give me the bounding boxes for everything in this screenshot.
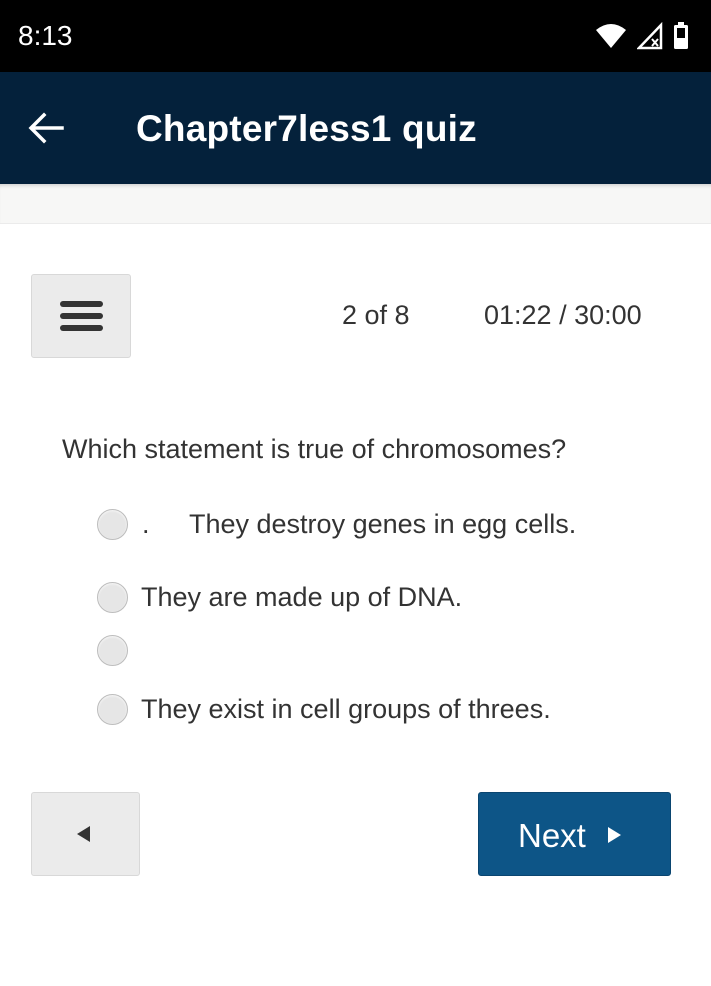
option-label: They are made up of DNA. — [141, 582, 463, 612]
question-text: Which statement is true of chromosomes? — [62, 434, 567, 464]
menu-bar — [60, 325, 103, 331]
triangle-left-icon — [77, 826, 90, 842]
app-bar: Chapter7less1 quiz — [0, 72, 711, 184]
status-icons — [595, 21, 689, 55]
radio-button[interactable] — [97, 694, 128, 725]
option-label: They destroy genes in egg cells. — [189, 509, 577, 539]
arrow-left-icon — [26, 112, 66, 152]
next-button[interactable]: Next — [478, 792, 671, 876]
toolbar-band — [0, 184, 711, 224]
option-label: They exist in cell groups of threes. — [141, 694, 551, 724]
menu-bar — [60, 301, 103, 307]
status-time: 8:13 — [18, 20, 73, 51]
radio-button[interactable] — [97, 509, 128, 540]
previous-button[interactable] — [31, 792, 140, 876]
question-menu-button[interactable] — [31, 274, 131, 358]
back-button[interactable] — [26, 108, 66, 148]
wifi-icon — [595, 22, 627, 55]
radio-button[interactable] — [97, 582, 128, 613]
cellular-no-signal-icon — [636, 21, 663, 55]
answer-option[interactable] — [97, 635, 141, 666]
question-progress: 2 of 8 — [342, 300, 410, 330]
status-bar: 8:13 — [0, 0, 711, 72]
menu-bar — [60, 313, 103, 319]
answer-option[interactable]: They are made up of DNA. — [97, 582, 462, 613]
next-label: Next — [518, 817, 586, 854]
radio-button[interactable] — [97, 635, 128, 666]
battery-icon — [673, 22, 689, 55]
answer-option[interactable]: . They destroy genes in egg cells. — [97, 509, 576, 540]
page-title: Chapter7less1 quiz — [136, 108, 477, 149]
triangle-right-icon — [608, 827, 621, 843]
option-prefix: . — [142, 509, 150, 539]
quiz-timer: 01:22 / 30:00 — [484, 300, 642, 330]
answer-option[interactable]: They exist in cell groups of threes. — [97, 694, 551, 725]
